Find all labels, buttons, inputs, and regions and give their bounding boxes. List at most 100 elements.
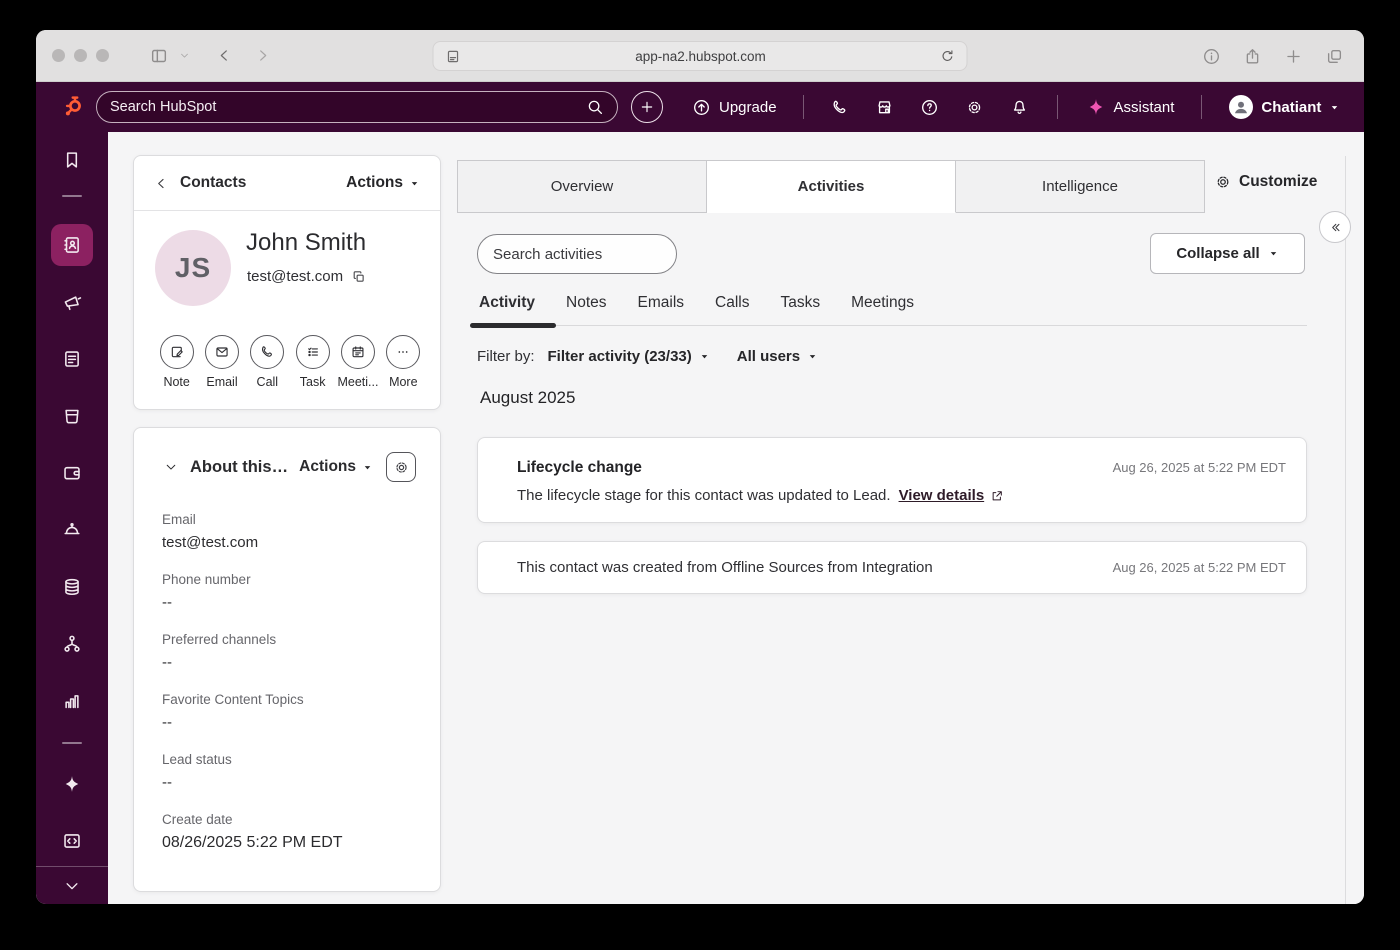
address-bar[interactable]: app-na2.hubspot.com <box>432 41 968 71</box>
filter-row: Filter by: Filter activity (23/33) All u… <box>477 344 818 368</box>
call-button[interactable]: Call <box>245 335 290 389</box>
global-search[interactable] <box>96 91 618 123</box>
back-icon[interactable] <box>216 47 233 64</box>
new-tab-icon[interactable] <box>1284 47 1303 66</box>
service-bell-icon <box>61 519 83 541</box>
copy-icon[interactable] <box>351 269 367 285</box>
create-button[interactable] <box>631 91 663 123</box>
sidebar-item-contacts[interactable] <box>36 234 108 256</box>
sidebar-item-reporting[interactable] <box>36 690 108 712</box>
sidebar-item-data[interactable] <box>36 576 108 598</box>
caret-down-icon <box>1329 102 1340 113</box>
sidebar-item-payments[interactable] <box>36 462 108 484</box>
main-content: Contacts Actions JS John Smith test@test… <box>108 132 1364 904</box>
customize-button[interactable]: Customize <box>1214 173 1317 191</box>
account-name: Chatiant <box>1261 98 1322 116</box>
sidebar-item-content[interactable] <box>36 348 108 370</box>
email-button[interactable]: Email <box>199 335 244 389</box>
sidebar-item-automation[interactable] <box>36 633 108 655</box>
collapse-section-icon[interactable] <box>164 460 178 474</box>
activity-filter-dropdown[interactable]: Filter activity (23/33) <box>548 348 710 365</box>
note-button[interactable]: Note <box>154 335 199 389</box>
subtab-activity[interactable]: Activity <box>477 290 537 316</box>
field-favorite-content-topics: Favorite Content Topics -- <box>162 692 304 731</box>
actions-label: Actions <box>299 458 356 475</box>
account-menu[interactable]: Chatiant <box>1229 95 1340 119</box>
sidebar-toggle-icon[interactable] <box>149 46 169 66</box>
subtab-calls[interactable]: Calls <box>713 290 751 316</box>
sidebar-item-commerce[interactable] <box>36 405 108 427</box>
about-settings-button[interactable] <box>386 452 416 482</box>
zoom-window-button[interactable] <box>96 49 109 62</box>
field-lead-status: Lead status -- <box>162 752 232 791</box>
wallet-icon <box>61 462 83 484</box>
tab-activities[interactable]: Activities <box>707 160 956 213</box>
contact-email[interactable]: test@test.com <box>247 268 343 285</box>
collapse-panel-button[interactable] <box>1319 211 1351 243</box>
hubspot-logo[interactable] <box>59 94 86 121</box>
sidebar-expand-button[interactable] <box>36 866 108 904</box>
more-button[interactable]: More <box>381 335 426 389</box>
upgrade-button[interactable]: Upgrade <box>692 98 777 117</box>
subtab-notes[interactable]: Notes <box>564 290 609 316</box>
collapse-all-button[interactable]: Collapse all <box>1150 233 1305 274</box>
notifications-icon[interactable] <box>1010 98 1029 117</box>
close-window-button[interactable] <box>52 49 65 62</box>
assistant-button[interactable]: Assistant <box>1086 97 1174 117</box>
tab-overview[interactable]: Overview <box>457 160 707 213</box>
reload-icon[interactable] <box>940 48 956 64</box>
toolbar-right <box>1202 30 1344 82</box>
contacts-icon <box>61 234 83 256</box>
meeting-button[interactable]: Meeti... <box>335 335 380 389</box>
back-chevron-icon[interactable] <box>154 176 169 191</box>
search-activities-input[interactable] <box>493 245 692 263</box>
field-email: Email test@test.com <box>162 512 259 551</box>
activity-body: This contact was created from Offline So… <box>517 559 933 576</box>
tab-overview-icon[interactable] <box>1325 47 1344 66</box>
caret-down-icon <box>807 351 818 362</box>
sidebar-item-ai[interactable] <box>36 774 108 794</box>
gear-icon <box>393 459 410 476</box>
note-icon <box>169 344 185 360</box>
caret-down-icon <box>699 351 710 362</box>
share-icon[interactable] <box>1243 47 1262 66</box>
caret-down-icon <box>362 462 373 473</box>
upgrade-icon <box>692 98 711 117</box>
sidebar-item-service[interactable] <box>36 519 108 541</box>
tab-intelligence[interactable]: Intelligence <box>956 160 1205 213</box>
breadcrumb[interactable]: Contacts <box>180 174 246 192</box>
subtab-emails[interactable]: Emails <box>636 290 687 316</box>
minimize-window-button[interactable] <box>74 49 87 62</box>
actions-label: Actions <box>346 174 403 191</box>
contact-actions-dropdown[interactable]: Actions <box>346 174 420 192</box>
database-icon <box>61 576 83 598</box>
marketplace-icon[interactable] <box>875 98 894 117</box>
chevron-down-icon[interactable] <box>179 50 190 61</box>
view-details-link[interactable]: View details <box>899 487 985 504</box>
user-filter-dropdown[interactable]: All users <box>737 348 818 365</box>
settings-icon[interactable] <box>965 98 984 117</box>
task-button[interactable]: Task <box>290 335 335 389</box>
workflow-icon <box>61 633 83 655</box>
activity-card-created: This contact was created from Offline So… <box>477 541 1307 594</box>
info-icon[interactable] <box>1202 47 1221 66</box>
caret-down-icon <box>1268 248 1279 259</box>
subtab-tasks[interactable]: Tasks <box>778 290 822 316</box>
external-link-icon[interactable] <box>990 489 1004 503</box>
subtab-meetings[interactable]: Meetings <box>849 290 916 316</box>
global-search-input[interactable] <box>110 99 586 115</box>
sidebar-item-developer[interactable] <box>36 830 108 852</box>
sidebar-item-bookmarks[interactable] <box>36 149 108 171</box>
sparkle-icon <box>1086 97 1106 117</box>
megaphone-icon <box>61 292 83 314</box>
sidebar-item-marketing[interactable] <box>36 292 108 314</box>
forward-icon[interactable] <box>254 47 271 64</box>
help-icon[interactable] <box>920 98 939 117</box>
record-tabs: Overview Activities Intelligence <box>457 160 1205 213</box>
sidebar-divider <box>62 195 82 197</box>
about-actions-dropdown[interactable]: Actions <box>299 458 373 476</box>
activity-group-heading: August 2025 <box>480 388 576 407</box>
calling-icon[interactable] <box>830 98 849 117</box>
search-activities[interactable] <box>477 234 692 274</box>
field-create-date: Create date 08/26/2025 5:22 PM EDT <box>162 812 343 851</box>
